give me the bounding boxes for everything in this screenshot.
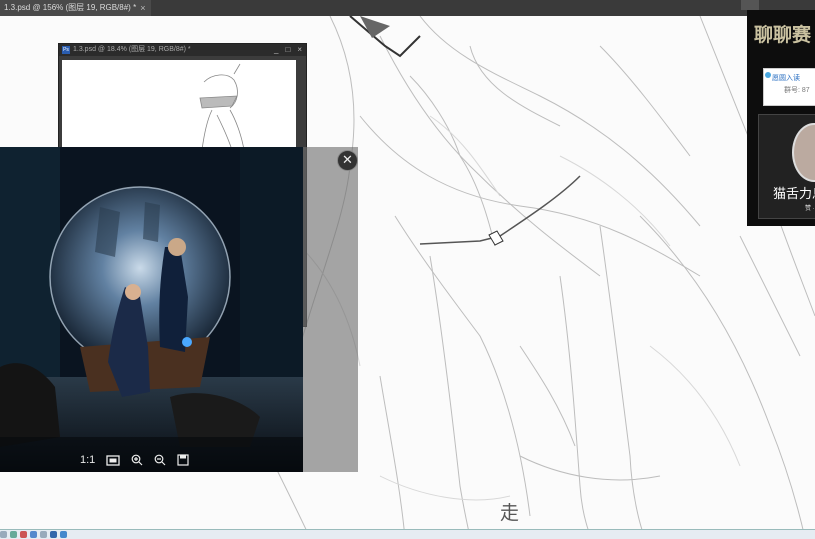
navigator-canvas[interactable] (62, 60, 296, 150)
group-card[interactable]: 愿圆入读 群号: 87 (763, 68, 815, 106)
sketch-thumbnail (199, 63, 245, 150)
zoom-in-icon[interactable] (131, 453, 143, 467)
actual-size-button[interactable]: 1:1 (80, 453, 95, 467)
fit-screen-icon[interactable] (106, 453, 120, 467)
minimize-button[interactable]: _ (274, 44, 278, 56)
viewer-close-button[interactable]: ✕ (337, 150, 358, 171)
avatar (792, 123, 815, 182)
app-icon[interactable] (10, 531, 17, 538)
close-icon[interactable]: × (140, 0, 145, 16)
artwork-image[interactable]: 1:1 (0, 147, 303, 472)
group-number: 群号: 87 (784, 87, 810, 94)
maximize-button[interactable]: □ (285, 44, 290, 56)
streamer-subtext: 赞 · (805, 206, 815, 212)
image-viewer: 1:1 ✕ (0, 147, 358, 472)
app-icon[interactable] (0, 531, 7, 538)
close-button[interactable]: × (297, 44, 302, 56)
app-icon[interactable] (50, 531, 57, 538)
app-icon[interactable] (20, 531, 27, 538)
brush-icon[interactable] (741, 0, 759, 10)
zoom-out-icon[interactable] (154, 453, 166, 467)
streamer-name: 猫舌力息 (773, 186, 815, 201)
document-tab-bar: 1.3.psd @ 156% (图层 19, RGB/8#) * × (0, 0, 815, 16)
video-caption: 走 (500, 502, 520, 524)
app-icon[interactable] (60, 531, 67, 538)
app-icon[interactable] (40, 531, 47, 538)
user-icon (765, 72, 771, 78)
app-icon[interactable] (30, 531, 37, 538)
streamer-card[interactable]: 猫舌力息 赞 · (758, 114, 815, 219)
document-tab-title: 1.3.psd @ 156% (图层 19, RGB/8#) * (4, 3, 137, 12)
save-icon[interactable] (177, 453, 189, 467)
chat-title: 聊聊赛 (754, 24, 812, 46)
photoshop-icon: Ps (62, 46, 70, 54)
artwork-picture (0, 147, 303, 472)
navigator-title-bar[interactable]: Ps 1.3.psd @ 18.4% (图层 19, RGB/8#) * _ □… (59, 44, 306, 56)
document-tab[interactable]: 1.3.psd @ 156% (图层 19, RGB/8#) * × (0, 0, 152, 16)
navigator-title: 1.3.psd @ 18.4% (图层 19, RGB/8#) * (73, 46, 191, 53)
viewer-toolbar: 1:1 (80, 453, 189, 467)
group-card-title: 愿圆入读 (772, 75, 800, 82)
chat-panel: 聊聊赛 愿圆入读 群号: 87 猫舌力息 赞 · (747, 10, 815, 226)
